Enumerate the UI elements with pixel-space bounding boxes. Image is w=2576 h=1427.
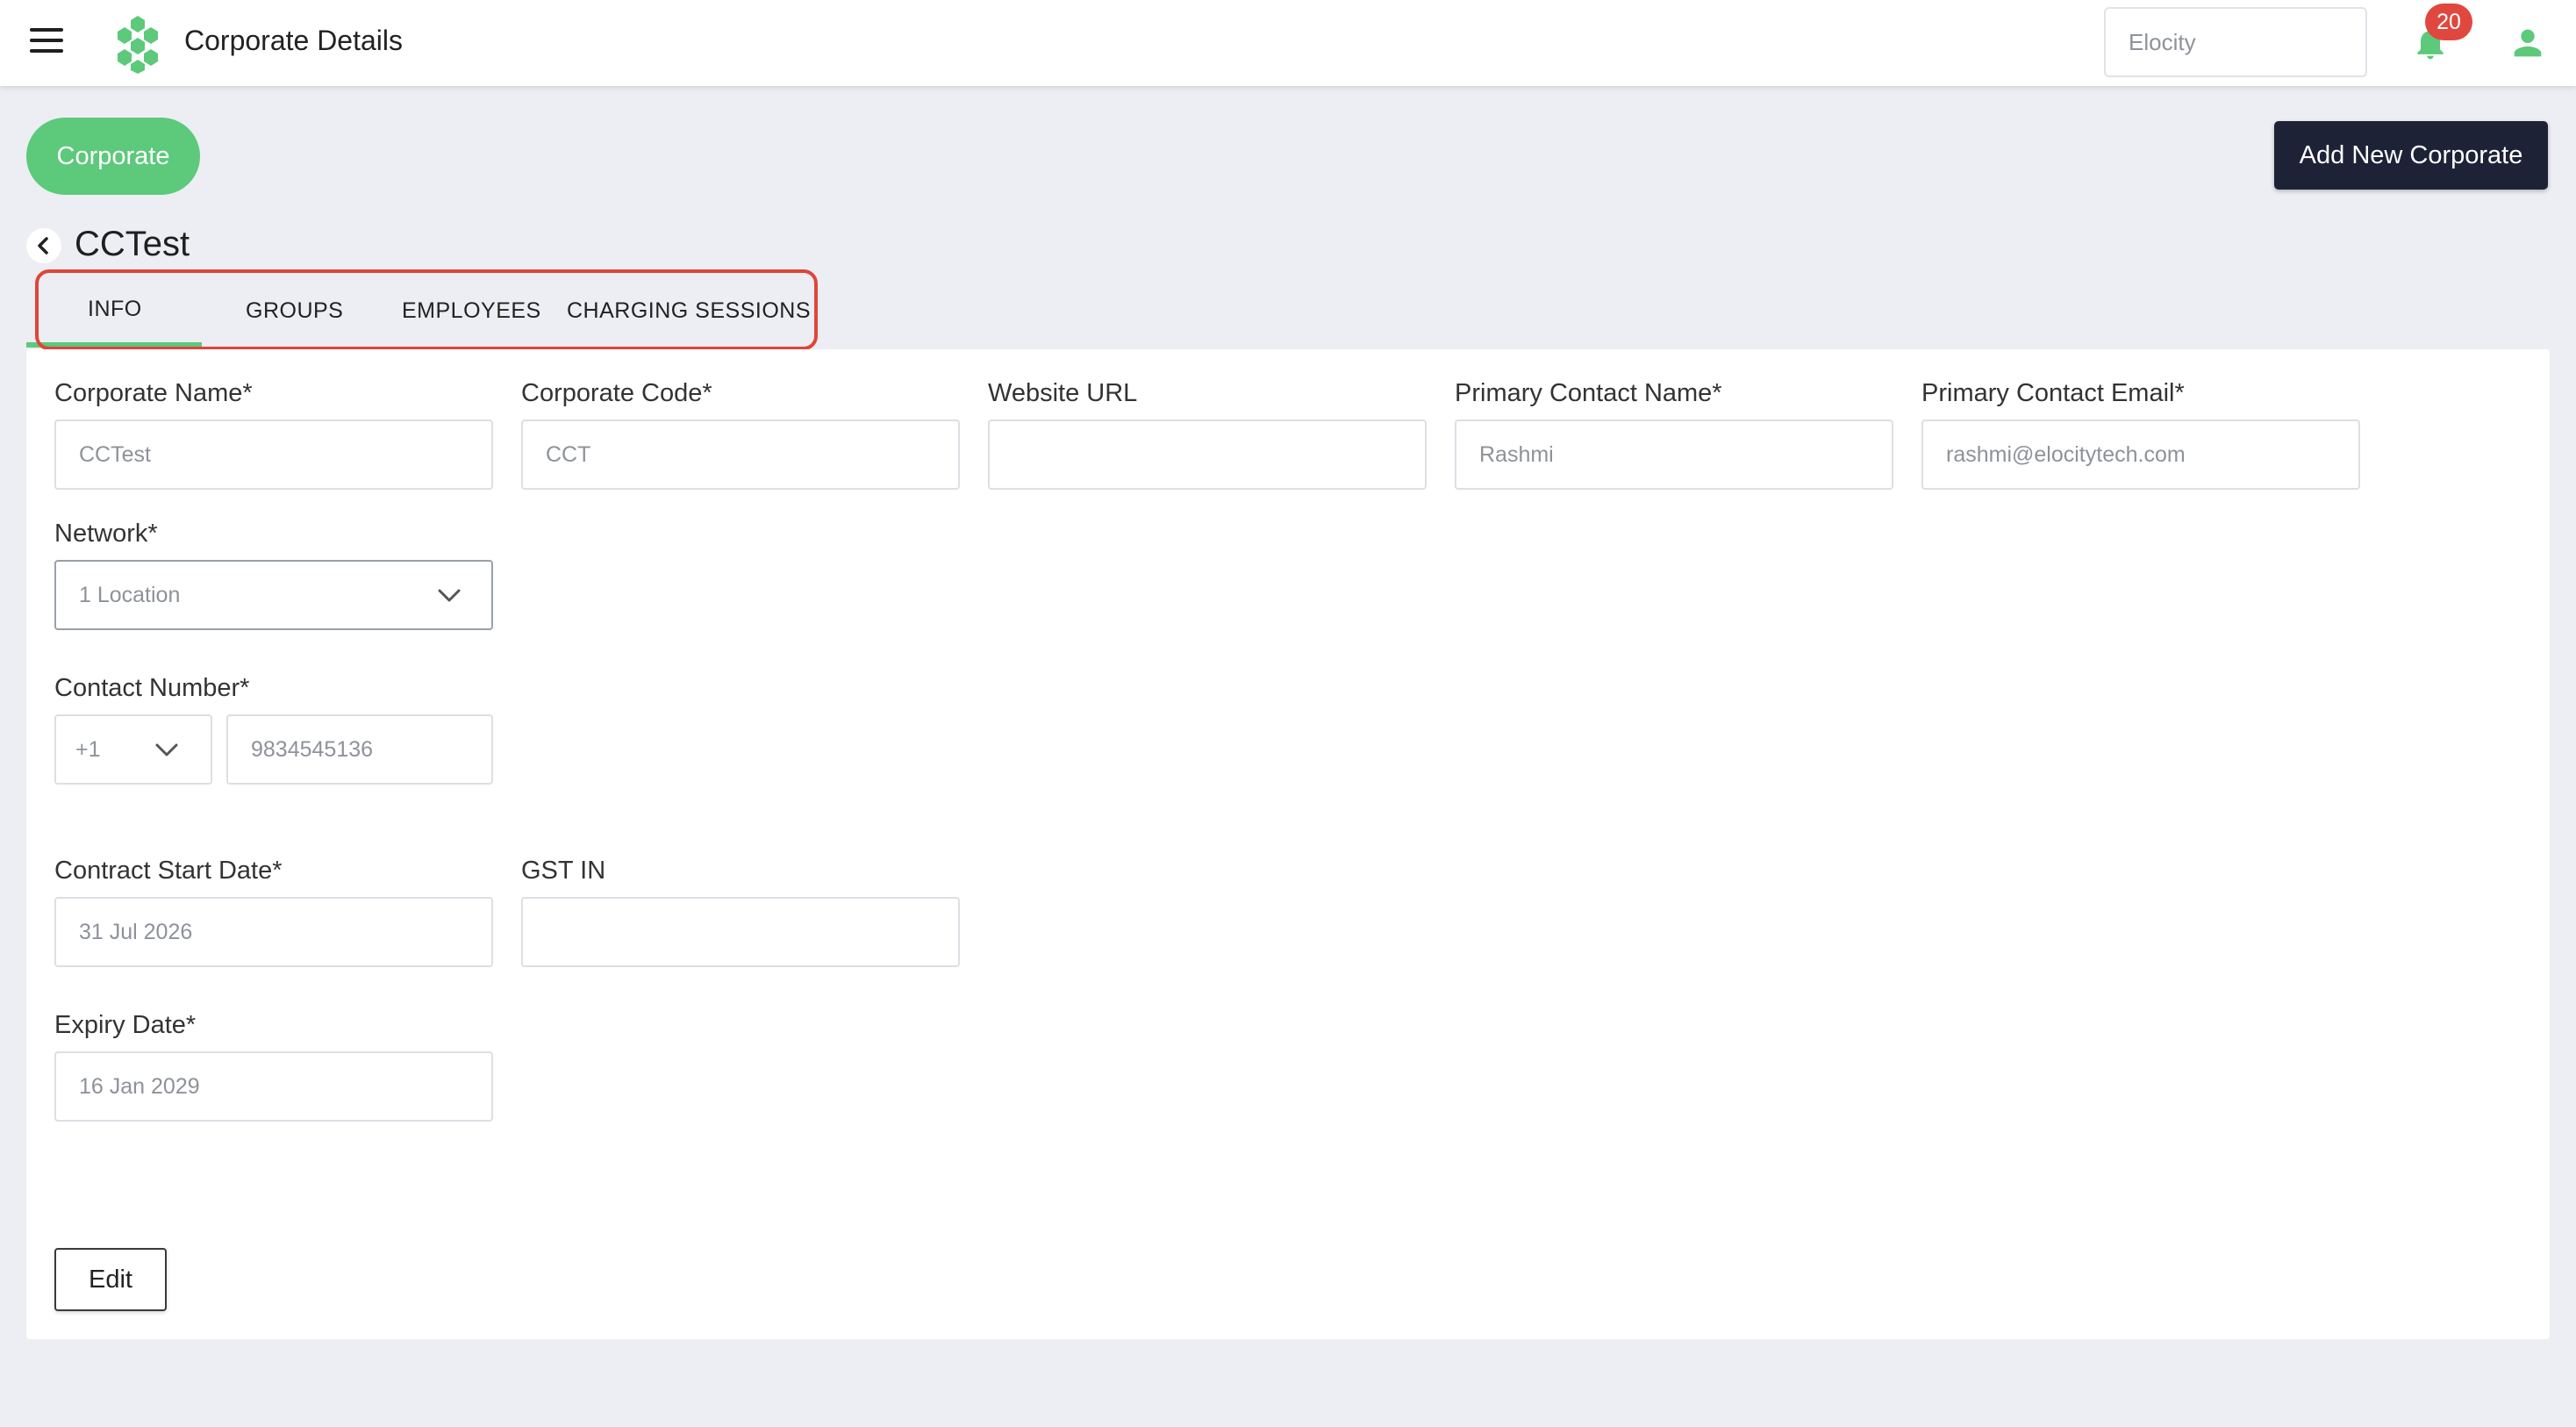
primary-contact-name-label: Primary Contact Name* [1455, 379, 1722, 407]
primary-contact-email-field[interactable]: rashmi@elocitytech.com [1921, 419, 2360, 490]
corporate-name-field[interactable]: CCTest [54, 419, 493, 490]
primary-contact-email-label: Primary Contact Email* [1921, 379, 2185, 407]
website-url-field[interactable] [988, 419, 1427, 490]
logo-icon [118, 16, 158, 74]
chevron-down-icon [155, 743, 178, 757]
country-code-value: +1 [75, 737, 101, 762]
country-code-select[interactable]: +1 [54, 714, 212, 785]
expiry-date-label: Expiry Date* [54, 1011, 197, 1039]
tabs-highlight-annotation [35, 269, 818, 350]
notification-badge: 20 [2425, 4, 2472, 40]
back-chevron-icon [38, 237, 48, 255]
network-select-value: 1 Location [79, 583, 181, 607]
contact-number-label: Contact Number* [54, 674, 250, 702]
top-bar: Corporate Details Elocity 20 [0, 0, 2576, 86]
network-select[interactable]: 1 Location [54, 560, 493, 630]
corporate-code-label: Corporate Code* [521, 379, 712, 407]
contract-start-date-field[interactable]: 31 Jul 2026 [54, 897, 493, 967]
network-label: Network* [54, 520, 158, 548]
expiry-date-field[interactable]: 16 Jan 2029 [54, 1051, 493, 1122]
corporate-code-field[interactable]: CCT [521, 419, 960, 490]
primary-contact-name-field[interactable]: Rashmi [1455, 419, 1893, 490]
contact-number-field[interactable]: 9834545136 [226, 714, 493, 785]
gst-in-label: GST IN [521, 857, 606, 885]
corporate-name-label: Corporate Name* [54, 379, 253, 407]
menu-icon[interactable] [30, 28, 65, 58]
add-new-corporate-button[interactable]: Add New Corporate [2274, 121, 2548, 190]
back-button[interactable] [26, 228, 61, 263]
contract-start-date-label: Contract Start Date* [54, 857, 283, 885]
info-card [26, 349, 2550, 1339]
app-title: Corporate Details [184, 25, 403, 56]
website-url-label: Website URL [988, 379, 1138, 407]
organization-select[interactable]: Elocity [2104, 7, 2367, 77]
corporate-pill-button[interactable]: Corporate [26, 118, 200, 195]
page-title: CCTest [75, 225, 190, 263]
chevron-down-icon [438, 589, 461, 602]
gst-in-field[interactable] [521, 897, 960, 967]
edit-button[interactable]: Edit [54, 1248, 167, 1311]
user-icon[interactable] [2508, 23, 2548, 63]
